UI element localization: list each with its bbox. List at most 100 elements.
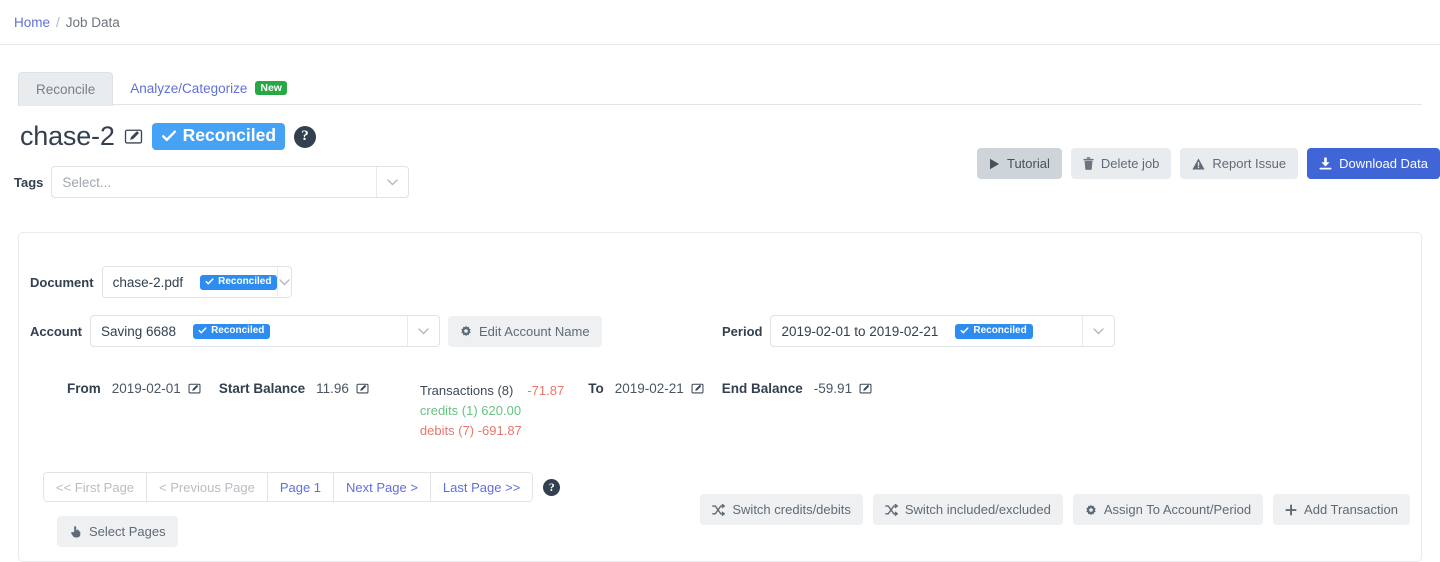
check-icon [960,327,969,334]
balance-summary: From 2019-02-01 Start Balance 11.96 Tran… [67,381,872,441]
status-badge: Reconciled [151,123,286,150]
trash-icon [1083,157,1094,170]
edit-pencil-icon[interactable] [356,382,369,395]
period-status-label: Reconciled [973,324,1027,336]
account-select[interactable]: Saving 6688 Reconciled [90,315,440,347]
edit-pencil-icon[interactable] [691,382,704,395]
select-pages-label: Select Pages [89,524,166,539]
last-page-button[interactable]: Last Page >> [429,472,534,502]
breadcrumb-current: Job Data [65,14,120,30]
edit-pencil-icon[interactable] [188,382,201,395]
download-icon [1319,157,1332,170]
assign-to-account-period-label: Assign To Account/Period [1103,502,1252,517]
check-icon [198,327,207,334]
tab-analyze-categorize-label: Analyze/Categorize [130,80,248,96]
tutorial-button-label: Tutorial [1006,156,1050,171]
start-balance-value: 11.96 [316,381,349,396]
job-toolbar: Tutorial Delete job Report Issue Downloa… [976,148,1440,179]
from-value: 2019-02-01 [111,381,181,396]
transactions-summary: Transactions (8) -71.87 credits (1) 620.… [420,381,564,441]
end-balance-label: End Balance [721,381,803,396]
tab-reconcile-label: Reconcile [36,81,96,97]
edit-account-name-button[interactable]: Edit Account Name [448,315,602,347]
tab-bar: Reconcile Analyze/Categorize New [0,63,1440,106]
period-label: Period [722,323,763,339]
report-issue-button-label: Report Issue [1212,156,1287,171]
next-page-button[interactable]: Next Page > [333,472,430,502]
account-row: Account Saving 6688 Reconciled Edit Acco… [30,315,602,347]
page-title: chase-2 [20,121,115,151]
document-status-badge: Reconciled [200,274,278,290]
gear-icon [460,325,472,337]
chevron-down-icon[interactable] [407,316,439,346]
document-row: Document chase-2.pdf Reconciled [30,266,292,298]
select-pages-button[interactable]: Select Pages [57,516,178,547]
breadcrumb-separator: / [56,14,60,30]
document-select-value: chase-2.pdf [112,274,184,290]
start-balance-label: Start Balance [218,381,306,396]
edit-pencil-icon[interactable] [124,127,143,146]
transactions-count-label: Transactions (8) [419,383,514,398]
status-badge-label: Reconciled [182,125,277,146]
account-status-label: Reconciled [211,324,265,336]
edit-account-name-label: Edit Account Name [479,323,590,339]
warning-triangle-icon [1192,158,1205,170]
debits-line: debits (7) -691.87 [419,423,522,439]
add-transaction-label: Add Transaction [1304,502,1398,517]
report-issue-button[interactable]: Report Issue [1180,148,1299,179]
chevron-down-icon[interactable] [376,167,408,197]
end-balance-value: -59.91 [813,381,853,396]
document-select[interactable]: chase-2.pdf Reconciled [101,266,292,298]
transactions-net-value: -71.87 [527,383,565,398]
shuffle-icon [712,503,726,516]
to-value: 2019-02-21 [614,381,684,396]
reconcile-card: Document chase-2.pdf Reconciled Account … [18,232,1422,562]
chevron-down-icon[interactable] [277,267,290,297]
tags-select-placeholder: Select... [62,174,112,190]
current-page-indicator[interactable]: Page 1 [266,472,334,502]
account-label: Account [30,323,82,339]
download-data-button[interactable]: Download Data [1307,148,1440,179]
document-label: Document [30,274,94,290]
chevron-down-icon[interactable] [1082,316,1114,346]
question-mark-icon[interactable]: ? [294,125,317,148]
tags-label: Tags [14,174,44,190]
previous-page-button[interactable]: < Previous Page [146,472,267,502]
switch-included-excluded-button[interactable]: Switch included/excluded [872,494,1063,525]
gear-icon [1085,504,1097,516]
breadcrumb-home-link[interactable]: Home [14,15,50,30]
tags-select[interactable]: Select... [51,166,410,198]
hand-pointer-icon [69,525,82,538]
first-page-button[interactable]: << First Page [43,472,147,502]
assign-to-account-period-button[interactable]: Assign To Account/Period [1072,494,1264,525]
delete-job-button[interactable]: Delete job [1070,148,1172,179]
period-status-badge: Reconciled [955,323,1033,339]
tab-analyze-categorize[interactable]: Analyze/Categorize New [113,71,304,105]
delete-job-button-label: Delete job [1100,156,1160,171]
period-select[interactable]: 2019-02-01 to 2019-02-21 Reconciled [770,315,1116,347]
switch-included-excluded-label: Switch included/excluded [904,502,1051,517]
account-status-badge: Reconciled [193,323,271,339]
from-label: From [67,381,101,396]
tab-reconcile[interactable]: Reconcile [18,72,114,106]
period-select-value: 2019-02-01 to 2019-02-21 [781,323,939,339]
pagination: << First Page < Previous Page Page 1 Nex… [43,472,561,502]
pagination-group: << First Page < Previous Page Page 1 Nex… [43,472,534,502]
to-label: To [588,381,604,396]
tutorial-button[interactable]: Tutorial [976,148,1062,179]
credits-line: credits (1) 620.00 [419,403,522,419]
question-mark-icon[interactable]: ? [543,478,561,496]
account-select-value: Saving 6688 [101,323,177,339]
period-row: Period 2019-02-01 to 2019-02-21 Reconcil… [722,315,1116,347]
add-transaction-button[interactable]: Add Transaction [1273,494,1410,525]
transaction-actions: Switch credits/debits Switch included/ex… [700,494,1410,525]
document-status-label: Reconciled [218,275,272,287]
check-icon [161,130,176,142]
switch-credits-debits-button[interactable]: Switch credits/debits [700,494,863,525]
new-badge: New [255,80,287,96]
edit-pencil-icon[interactable] [859,382,872,395]
switch-credits-debits-label: Switch credits/debits [732,502,851,517]
breadcrumb: Home / Job Data [0,0,1440,45]
check-icon [205,278,214,285]
plus-icon [1285,504,1297,516]
